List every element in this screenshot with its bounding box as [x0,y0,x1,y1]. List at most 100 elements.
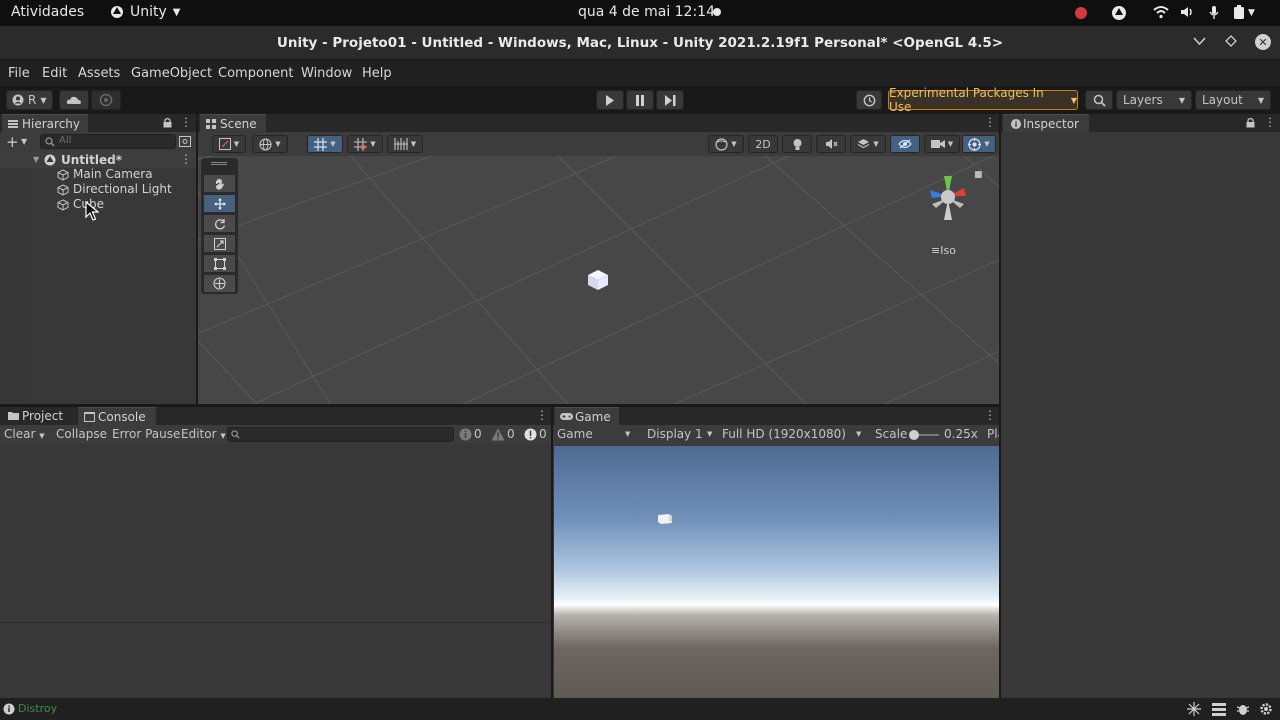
expand-arrow-icon[interactable]: ▼ [33,155,39,164]
rotate-tool-button[interactable] [204,215,235,232]
menu-window[interactable]: Window [301,66,352,81]
hierarchy-search-field[interactable]: All [40,134,176,149]
close-window-button[interactable]: ✕ [1255,34,1271,50]
activities-button[interactable]: Atividades [11,4,84,20]
kebab-menu-icon[interactable]: ⋮ [180,152,192,166]
progress-bar-icon[interactable] [1212,702,1226,716]
undo-history-button[interactable] [856,90,882,110]
menu-file[interactable]: File [8,66,30,81]
menu-gameobject[interactable]: GameObject [131,66,212,81]
microphone-icon[interactable] [1208,5,1220,20]
volume-icon[interactable] [1180,5,1194,19]
debug-icon[interactable] [1187,702,1201,716]
settings-icon[interactable] [1259,702,1273,716]
tab-game[interactable]: Game [555,407,619,425]
lighting-toggle[interactable] [782,135,812,153]
step-button[interactable] [656,90,684,110]
increment-snap-dropdown[interactable]: ▼ [387,135,423,153]
scale-slider-thumb[interactable] [909,430,919,440]
tab-hierarchy[interactable]: Hierarchy [2,114,88,132]
hierarchy-item-main-camera[interactable]: Main Camera [0,167,196,182]
status-message[interactable]: Distroy [18,702,57,715]
experimental-packages-badge[interactable]: Experimental Packages In Use ▼ [888,86,1078,114]
camera-settings-dropdown[interactable]: ▼ [924,135,960,153]
hidden-objects-toggle[interactable] [890,135,920,153]
menu-help[interactable]: Help [362,66,392,81]
projection-toggle[interactable]: ≡Iso [931,244,956,257]
power-menu[interactable]: ▼ [1233,5,1255,20]
gizmos-dropdown[interactable]: ▼ [962,135,996,153]
panel-splitter-vertical[interactable] [999,114,1001,698]
scene-visibility-icon[interactable] [179,136,191,147]
scale-tool-button[interactable] [204,235,235,252]
warning-filter-toggle[interactable]: 0 [491,427,515,441]
kebab-menu-icon[interactable]: ⋮ [984,115,996,129]
cloud-button[interactable] [59,90,89,110]
console-editor-dropdown[interactable]: Editor ▼ [181,427,226,441]
console-error-pause-toggle[interactable]: Error Pause [112,427,180,441]
play-mode-dropdown[interactable]: Pla [987,427,999,441]
drag-handle-icon[interactable] [211,162,227,165]
cube-object[interactable] [586,268,610,292]
console-search-field[interactable] [227,427,454,442]
error-filter-toggle[interactable]: 0 [524,427,547,441]
clock[interactable]: qua 4 de mai 12:14 [578,4,715,20]
search-button[interactable] [1085,90,1113,110]
render-mode-dropdown[interactable]: ▼ [252,135,288,153]
snap-increment-dropdown[interactable]: ▼ [347,135,383,153]
rect-tool-button[interactable] [204,255,235,272]
resolution-dropdown[interactable]: Full HD (1920x1080) ▼ [722,427,866,441]
console-clear-button[interactable]: Clear ▼ [4,427,45,441]
scene-viewport[interactable]: ■ ≡Iso [198,156,999,404]
unity-tray-icon[interactable] [1111,5,1127,21]
menu-edit[interactable]: Edit [42,66,67,81]
app-menu[interactable]: Unity ▼ [110,4,181,20]
hand-tool-button[interactable] [204,175,235,192]
kebab-menu-icon[interactable]: ⋮ [180,115,192,129]
effects-dropdown[interactable]: ▼ [850,135,886,153]
lock-icon[interactable] [1246,117,1255,128]
move-tool-button[interactable] [204,195,235,212]
maximize-icon[interactable] [1225,35,1237,47]
grid-snap-toggle[interactable]: ▼ [307,135,343,153]
panel-splitter-vertical[interactable] [551,407,553,698]
hierarchy-item-directional-light[interactable]: Directional Light [0,182,196,197]
scene-orientation-gizmo[interactable] [920,170,976,232]
kebab-menu-icon[interactable]: ⋮ [536,408,548,422]
console-log-list[interactable] [0,444,551,622]
display-dropdown[interactable]: Display 1 ▼ [647,427,719,441]
menu-component[interactable]: Component [218,66,293,81]
console-collapse-toggle[interactable]: Collapse [56,427,107,441]
lock-icon[interactable] [163,117,172,128]
log-filter-toggle[interactable]: 0 [459,427,482,441]
account-dropdown[interactable]: R ▼ [6,90,53,110]
game-view-dropdown[interactable]: Game ▼ [557,427,637,441]
draw-mode-dropdown[interactable]: ▼ [212,135,246,153]
menu-assets[interactable]: Assets [78,66,120,81]
audio-toggle[interactable] [816,135,846,153]
tab-scene[interactable]: Scene [200,114,266,132]
bug-icon[interactable] [1236,702,1250,716]
panel-splitter-horizontal[interactable] [0,404,999,407]
layout-dropdown[interactable]: Layout ▼ [1195,90,1271,110]
pause-button[interactable] [626,90,654,110]
kebab-menu-icon[interactable]: ⋮ [984,408,996,422]
tab-project[interactable]: Project [2,407,76,425]
tab-console[interactable]: Console [78,407,156,425]
play-button[interactable] [596,90,624,110]
layers-dropdown[interactable]: Layers ▼ [1116,90,1192,110]
panel-splitter-vertical[interactable] [196,114,198,404]
minimize-icon[interactable] [1193,36,1206,46]
collab-button[interactable] [91,90,121,110]
scale-slider[interactable] [909,430,939,440]
kebab-menu-icon[interactable]: ⋮ [1264,115,1276,129]
tab-inspector[interactable]: Inspector [1003,114,1089,132]
add-object-button[interactable]: + [6,133,19,151]
game-viewport[interactable] [554,446,999,698]
scene-root-row[interactable]: ▼ Untitled* ⋮ [0,152,196,168]
wifi-icon[interactable] [1153,5,1169,19]
gizmo-lock-icon[interactable]: ■ [974,170,983,180]
window-title-bar[interactable]: Unity - Projeto01 - Untitled - Windows, … [0,26,1280,60]
transform-tool-button[interactable] [204,275,235,292]
caret-down-icon[interactable]: ▼ [21,137,27,146]
